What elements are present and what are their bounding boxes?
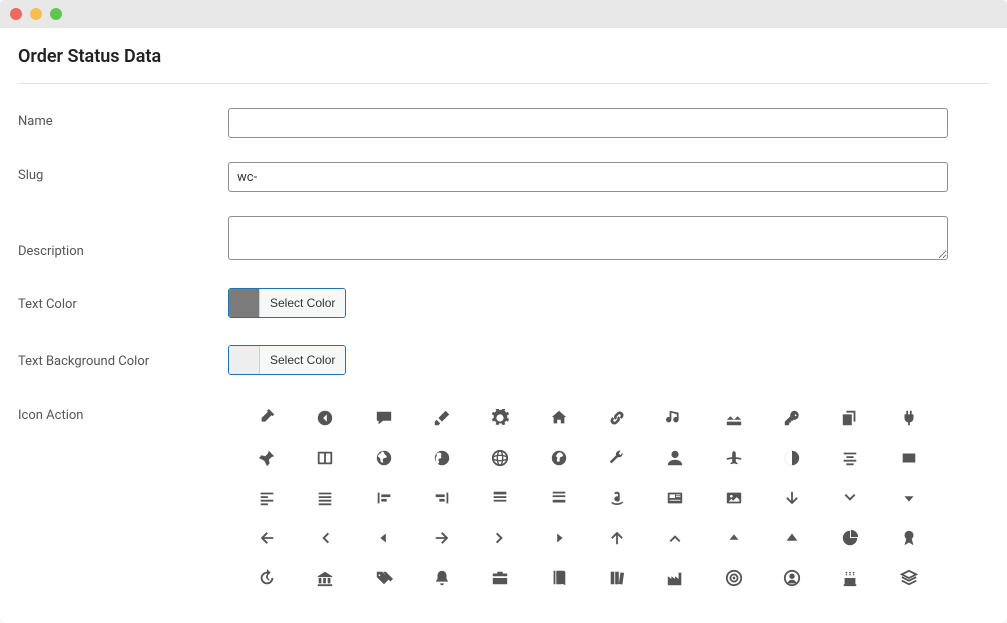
icon-grid	[228, 408, 948, 592]
bank-icon[interactable]	[296, 568, 354, 588]
news-icon[interactable]	[646, 488, 704, 508]
book-icon[interactable]	[530, 568, 588, 588]
text-color-label: Text Color	[18, 297, 228, 312]
comment-icon[interactable]	[355, 408, 413, 428]
gear-icon[interactable]	[471, 408, 529, 428]
slug-input[interactable]	[228, 162, 948, 192]
list-bottom-icon[interactable]	[530, 488, 588, 508]
copy-icon[interactable]	[821, 408, 879, 428]
window-close-icon[interactable]	[10, 8, 22, 20]
bell-icon[interactable]	[413, 568, 471, 588]
triangle-down-icon[interactable]	[880, 488, 938, 508]
award-icon[interactable]	[880, 528, 938, 548]
triangle-right-icon[interactable]	[530, 528, 588, 548]
chevron-left-icon[interactable]	[296, 528, 354, 548]
music-share-icon[interactable]	[646, 408, 704, 428]
triangle-left-icon[interactable]	[355, 528, 413, 548]
eyedropper-icon[interactable]	[238, 408, 296, 428]
list-top-icon[interactable]	[471, 488, 529, 508]
factory-icon[interactable]	[646, 568, 704, 588]
image-icon[interactable]	[705, 488, 763, 508]
user-icon[interactable]	[646, 448, 704, 468]
triangle-up-solid-icon[interactable]	[763, 528, 821, 548]
align-left-icon[interactable]	[238, 488, 296, 508]
name-label: Name	[18, 108, 228, 129]
globe-africa-icon[interactable]	[355, 448, 413, 468]
icon-action-label: Icon Action	[18, 402, 228, 423]
chevron-down-icon[interactable]	[821, 488, 879, 508]
user-circle-icon[interactable]	[763, 568, 821, 588]
page-title: Order Status Data	[18, 46, 989, 84]
arrow-down-icon[interactable]	[763, 488, 821, 508]
split-panel-icon[interactable]	[296, 448, 354, 468]
layers-icon[interactable]	[880, 568, 938, 588]
globe-grid-icon[interactable]	[471, 448, 529, 468]
briefcase-icon[interactable]	[471, 568, 529, 588]
bg-color-label: Text Background Color	[18, 354, 228, 369]
airplane-icon[interactable]	[705, 448, 763, 468]
globe-asia-icon[interactable]	[530, 448, 588, 468]
window-maximize-icon[interactable]	[50, 8, 62, 20]
globe-americas-icon[interactable]	[413, 448, 471, 468]
wrench-icon[interactable]	[588, 448, 646, 468]
text-color-picker[interactable]: Select Color	[228, 288, 346, 318]
plug-icon[interactable]	[880, 408, 938, 428]
form-area: Name Slug Description Text Color	[18, 108, 989, 623]
pushpin-icon[interactable]	[238, 448, 296, 468]
align-center-icon[interactable]	[821, 448, 879, 468]
text-color-swatch	[229, 289, 259, 317]
align-justify-icon[interactable]	[296, 488, 354, 508]
triangle-up-icon[interactable]	[705, 528, 763, 548]
caret-left-circle-icon[interactable]	[296, 408, 354, 428]
home-icon[interactable]	[530, 408, 588, 428]
name-input[interactable]	[228, 108, 948, 138]
target-icon[interactable]	[705, 568, 763, 588]
description-label: Description	[18, 216, 228, 259]
books-icon[interactable]	[588, 568, 646, 588]
link-icon[interactable]	[588, 408, 646, 428]
app-window: Order Status Data Name Slug Description	[0, 0, 1007, 623]
text-color-select-button[interactable]: Select Color	[259, 289, 345, 317]
bg-color-picker[interactable]: Select Color	[228, 345, 346, 375]
arrow-up-icon[interactable]	[588, 528, 646, 548]
description-input[interactable]	[228, 216, 948, 260]
align-start-icon[interactable]	[355, 488, 413, 508]
arrow-right-icon[interactable]	[413, 528, 471, 548]
content-area: Order Status Data Name Slug Description	[0, 28, 1007, 623]
amazon-icon[interactable]	[588, 488, 646, 508]
bg-color-select-button[interactable]: Select Color	[259, 346, 345, 374]
key-icon[interactable]	[763, 408, 821, 428]
arrow-left-icon[interactable]	[238, 528, 296, 548]
history-icon[interactable]	[238, 568, 296, 588]
window-minimize-icon[interactable]	[30, 8, 42, 20]
align-end-icon[interactable]	[413, 488, 471, 508]
rooftops-icon[interactable]	[705, 408, 763, 428]
contrast-icon[interactable]	[763, 448, 821, 468]
chevron-up-icon[interactable]	[646, 528, 704, 548]
bg-color-swatch	[229, 346, 259, 374]
brush-icon[interactable]	[413, 408, 471, 428]
tags-icon[interactable]	[355, 568, 413, 588]
square-icon[interactable]	[880, 448, 938, 468]
slug-label: Slug	[18, 162, 228, 183]
window-titlebar	[0, 0, 1007, 28]
birthday-cake-icon[interactable]	[821, 568, 879, 588]
pie-chart-icon[interactable]	[821, 528, 879, 548]
chevron-right-icon[interactable]	[471, 528, 529, 548]
icon-grid-scroll[interactable]	[228, 402, 948, 592]
